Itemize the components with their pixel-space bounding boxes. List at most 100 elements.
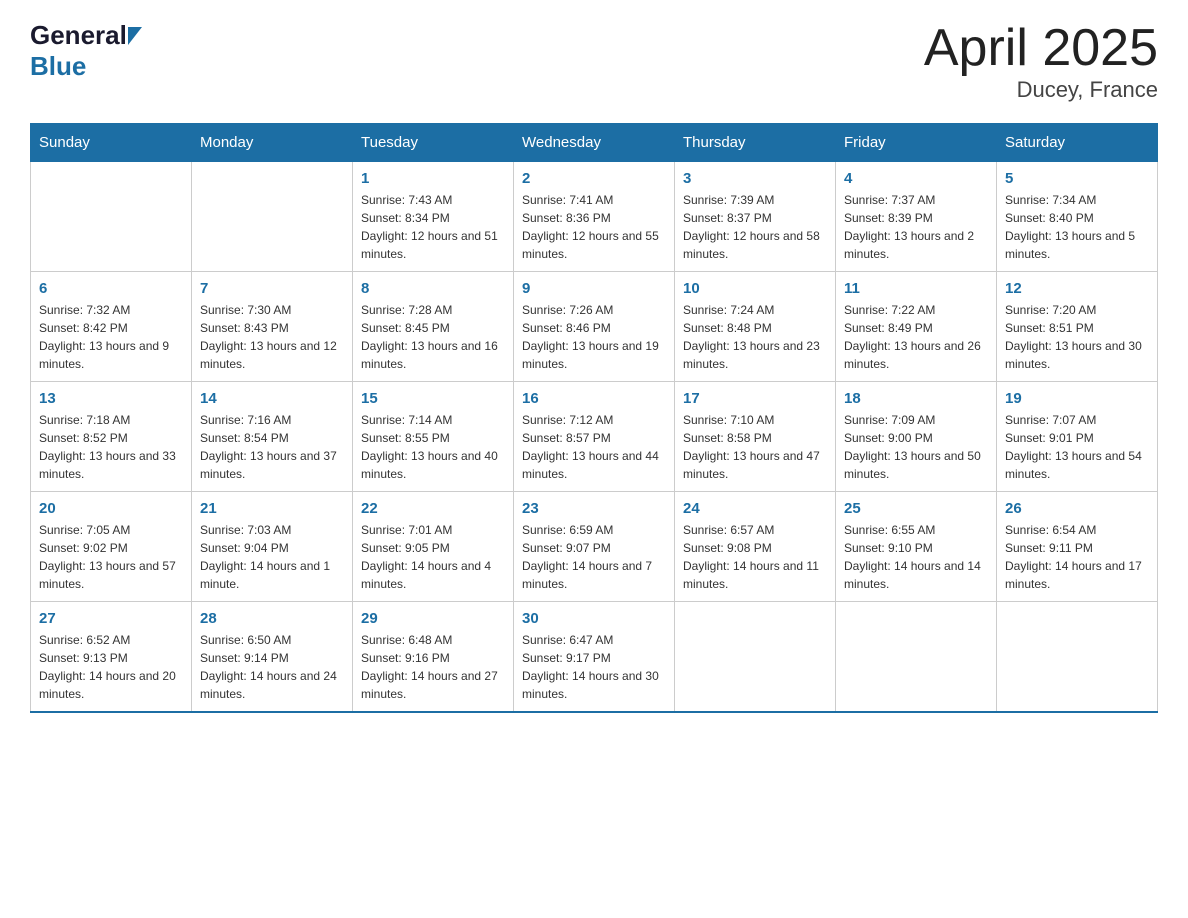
day-info: Sunrise: 7:05 AMSunset: 9:02 PMDaylight:… [39,521,183,593]
day-number: 18 [844,390,988,407]
calendar-week-row: 6Sunrise: 7:32 AMSunset: 8:42 PMDaylight… [31,272,1158,382]
calendar-day-cell: 2Sunrise: 7:41 AMSunset: 8:36 PMDaylight… [514,162,675,272]
day-number: 21 [200,500,344,517]
day-info: Sunrise: 7:30 AMSunset: 8:43 PMDaylight:… [200,301,344,373]
calendar-day-cell: 7Sunrise: 7:30 AMSunset: 8:43 PMDaylight… [192,272,353,382]
day-number: 26 [1005,500,1149,517]
day-info: Sunrise: 7:37 AMSunset: 8:39 PMDaylight:… [844,191,988,263]
day-info: Sunrise: 7:16 AMSunset: 8:54 PMDaylight:… [200,411,344,483]
calendar-day-cell: 27 Sunrise: 6:52 AMSunset: 9:13 PMDayligh… [31,602,192,713]
day-number: 27 [39,610,183,627]
day-info: Sunrise: 6:54 AMSunset: 9:11 PMDaylight:… [1005,521,1149,593]
calendar-day-cell: 23Sunrise: 6:59 AMSunset: 9:07 PMDayligh… [514,492,675,602]
title-block: April 2025 Ducey, France [924,20,1158,103]
calendar-day-cell: 30 Sunrise: 6:47 AMSunset: 9:17 PMDayligh… [514,602,675,713]
calendar-day-cell: 3 Sunrise: 7:39 AMSunset: 8:37 PMDaylight… [675,162,836,272]
calendar-day-cell [997,602,1158,713]
day-of-week-header: Friday [836,124,997,162]
logo: General Blue [30,20,143,82]
day-of-week-header: Thursday [675,124,836,162]
day-info: Sunrise: 7:09 AMSunset: 9:00 PMDaylight:… [844,411,988,483]
day-of-week-header: Saturday [997,124,1158,162]
day-info: Sunrise: 7:20 AMSunset: 8:51 PMDaylight:… [1005,301,1149,373]
calendar-day-cell: 14 Sunrise: 7:16 AMSunset: 8:54 PMDayligh… [192,382,353,492]
calendar-day-cell: 20 Sunrise: 7:05 AMSunset: 9:02 PMDayligh… [31,492,192,602]
page-header: General Blue April 2025 Ducey, France [30,20,1158,103]
calendar-week-row: 1Sunrise: 7:43 AMSunset: 8:34 PMDaylight… [31,162,1158,272]
day-info: Sunrise: 7:43 AMSunset: 8:34 PMDaylight:… [361,191,505,263]
day-number: 28 [200,610,344,627]
calendar-day-cell: 13Sunrise: 7:18 AMSunset: 8:52 PMDayligh… [31,382,192,492]
day-info: Sunrise: 6:50 AMSunset: 9:14 PMDaylight:… [200,631,344,703]
calendar-day-cell: 8 Sunrise: 7:28 AMSunset: 8:45 PMDaylight… [353,272,514,382]
day-of-week-header: Monday [192,124,353,162]
day-number: 10 [683,280,827,297]
day-info: Sunrise: 6:48 AMSunset: 9:16 PMDaylight:… [361,631,505,703]
calendar-day-cell: 5Sunrise: 7:34 AMSunset: 8:40 PMDaylight… [997,162,1158,272]
day-of-week-header: Wednesday [514,124,675,162]
day-info: Sunrise: 7:28 AMSunset: 8:45 PMDaylight:… [361,301,505,373]
calendar-week-row: 27 Sunrise: 6:52 AMSunset: 9:13 PMDayligh… [31,602,1158,713]
calendar-day-cell: 1Sunrise: 7:43 AMSunset: 8:34 PMDaylight… [353,162,514,272]
calendar-week-row: 20 Sunrise: 7:05 AMSunset: 9:02 PMDayligh… [31,492,1158,602]
calendar-day-cell: 11 Sunrise: 7:22 AMSunset: 8:49 PMDayligh… [836,272,997,382]
day-info: Sunrise: 6:55 AMSunset: 9:10 PMDaylight:… [844,521,988,593]
day-number: 22 [361,500,505,517]
calendar-table: SundayMondayTuesdayWednesdayThursdayFrid… [30,123,1158,713]
calendar-day-cell: 24 Sunrise: 6:57 AMSunset: 9:08 PMDayligh… [675,492,836,602]
day-info: Sunrise: 7:14 AMSunset: 8:55 PMDaylight:… [361,411,505,483]
day-number: 19 [1005,390,1149,407]
day-number: 8 [361,280,505,297]
calendar-title: April 2025 [924,20,1158,77]
day-info: Sunrise: 7:12 AMSunset: 8:57 PMDaylight:… [522,411,666,483]
day-info: Sunrise: 7:39 AMSunset: 8:37 PMDaylight:… [683,191,827,263]
day-info: Sunrise: 7:26 AMSunset: 8:46 PMDaylight:… [522,301,666,373]
calendar-day-cell: 15 Sunrise: 7:14 AMSunset: 8:55 PMDayligh… [353,382,514,492]
day-number: 15 [361,390,505,407]
logo-blue-text: Blue [30,51,143,82]
day-info: Sunrise: 7:10 AMSunset: 8:58 PMDaylight:… [683,411,827,483]
day-number: 25 [844,500,988,517]
calendar-day-cell [192,162,353,272]
day-number: 9 [522,280,666,297]
calendar-header-row: SundayMondayTuesdayWednesdayThursdayFrid… [31,124,1158,162]
day-number: 11 [844,280,988,297]
calendar-day-cell: 16 Sunrise: 7:12 AMSunset: 8:57 PMDayligh… [514,382,675,492]
calendar-day-cell: 9 Sunrise: 7:26 AMSunset: 8:46 PMDaylight… [514,272,675,382]
calendar-day-cell [675,602,836,713]
calendar-day-cell: 6Sunrise: 7:32 AMSunset: 8:42 PMDaylight… [31,272,192,382]
calendar-day-cell: 21Sunrise: 7:03 AMSunset: 9:04 PMDayligh… [192,492,353,602]
day-number: 13 [39,390,183,407]
day-info: Sunrise: 6:47 AMSunset: 9:17 PMDaylight:… [522,631,666,703]
calendar-day-cell: 17Sunrise: 7:10 AMSunset: 8:58 PMDayligh… [675,382,836,492]
day-number: 2 [522,170,666,187]
day-number: 14 [200,390,344,407]
day-number: 3 [683,170,827,187]
calendar-day-cell: 4 Sunrise: 7:37 AMSunset: 8:39 PMDaylight… [836,162,997,272]
day-info: Sunrise: 7:34 AMSunset: 8:40 PMDaylight:… [1005,191,1149,263]
calendar-day-cell: 28 Sunrise: 6:50 AMSunset: 9:14 PMDayligh… [192,602,353,713]
day-info: Sunrise: 7:22 AMSunset: 8:49 PMDaylight:… [844,301,988,373]
calendar-day-cell: 19Sunrise: 7:07 AMSunset: 9:01 PMDayligh… [997,382,1158,492]
day-number: 4 [844,170,988,187]
day-info: Sunrise: 7:24 AMSunset: 8:48 PMDaylight:… [683,301,827,373]
day-number: 24 [683,500,827,517]
calendar-subtitle: Ducey, France [924,77,1158,103]
day-info: Sunrise: 6:57 AMSunset: 9:08 PMDaylight:… [683,521,827,593]
day-number: 12 [1005,280,1149,297]
calendar-day-cell: 18 Sunrise: 7:09 AMSunset: 9:00 PMDayligh… [836,382,997,492]
calendar-day-cell: 25 Sunrise: 6:55 AMSunset: 9:10 PMDayligh… [836,492,997,602]
day-number: 30 [522,610,666,627]
logo-general-text: General [30,20,127,51]
day-number: 16 [522,390,666,407]
calendar-day-cell [836,602,997,713]
day-number: 20 [39,500,183,517]
day-info: Sunrise: 6:52 AMSunset: 9:13 PMDaylight:… [39,631,183,703]
day-number: 29 [361,610,505,627]
calendar-week-row: 13Sunrise: 7:18 AMSunset: 8:52 PMDayligh… [31,382,1158,492]
day-info: Sunrise: 6:59 AMSunset: 9:07 PMDaylight:… [522,521,666,593]
day-info: Sunrise: 7:32 AMSunset: 8:42 PMDaylight:… [39,301,183,373]
day-info: Sunrise: 7:01 AMSunset: 9:05 PMDaylight:… [361,521,505,593]
calendar-day-cell: 29 Sunrise: 6:48 AMSunset: 9:16 PMDayligh… [353,602,514,713]
logo-triangle-icon [128,27,142,45]
